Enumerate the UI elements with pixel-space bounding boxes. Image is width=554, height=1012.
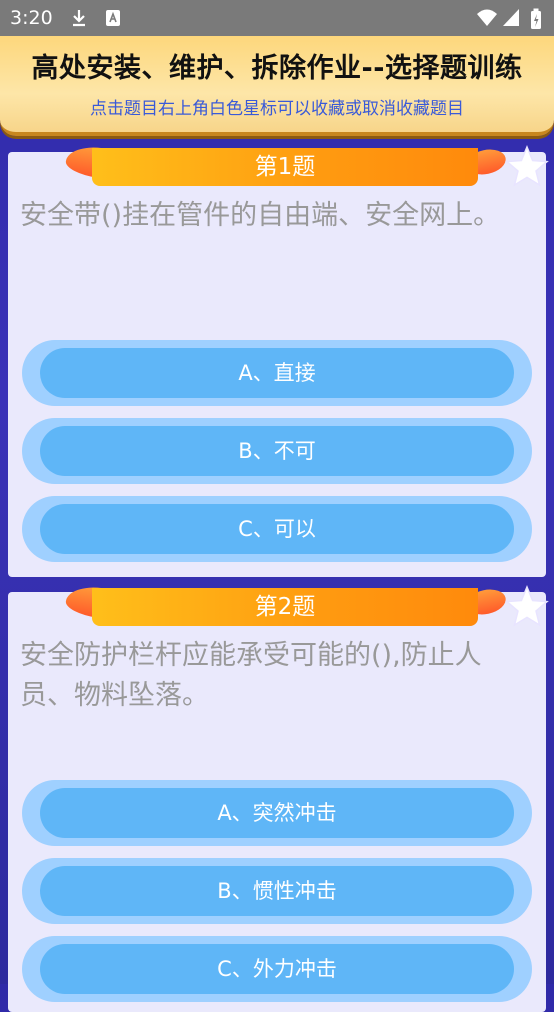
page-subtitle: 点击题目右上角白色星标可以收藏或取消收藏题目 [90, 99, 464, 119]
option-label: A、突然冲击 [40, 788, 514, 838]
option-label: C、外力冲击 [40, 944, 514, 994]
favorite-star-icon[interactable] [504, 584, 550, 634]
question-card-2: 第2题 安全防护栏杆应能承受可能的(),防止人员、物料坠落。 A、突然冲击 B、… [8, 583, 549, 1012]
option-a[interactable]: A、突然冲击 [22, 780, 532, 846]
question-card-1: 第1题 安全带()挂在管件的自由端、安全网上。 A、直接 B、不可 C、可以 [8, 143, 549, 577]
status-time: 3:20 [10, 7, 53, 29]
option-c[interactable]: C、外力冲击 [22, 936, 532, 1002]
signal-icon [502, 8, 520, 33]
option-label: A、直接 [40, 348, 514, 398]
question-text: 安全防护栏杆应能承受可能的(),防止人员、物料坠落。 [20, 640, 482, 711]
app-icon [104, 8, 122, 33]
option-label: C、可以 [40, 504, 514, 554]
battery-icon [530, 8, 542, 35]
question-number-badge: 第1题 [92, 148, 478, 186]
option-label: B、惯性冲击 [40, 866, 514, 916]
option-label: B、不可 [40, 426, 514, 476]
question-number-badge: 第2题 [92, 588, 478, 626]
question-text: 安全带()挂在管件的自由端、安全网上。 [20, 200, 501, 231]
option-b[interactable]: B、不可 [22, 418, 532, 484]
status-bar: 3:20 [0, 0, 554, 36]
download-icon [70, 8, 88, 33]
favorite-star-icon[interactable] [504, 144, 550, 194]
wifi-icon [476, 8, 498, 33]
page-header: 高处安装、维护、拆除作业--选择题训练 点击题目右上角白色星标可以收藏或取消收藏… [0, 36, 554, 136]
option-c[interactable]: C、可以 [22, 496, 532, 562]
page-title: 高处安装、维护、拆除作业--选择题训练 [31, 53, 523, 84]
option-b[interactable]: B、惯性冲击 [22, 858, 532, 924]
option-a[interactable]: A、直接 [22, 340, 532, 406]
